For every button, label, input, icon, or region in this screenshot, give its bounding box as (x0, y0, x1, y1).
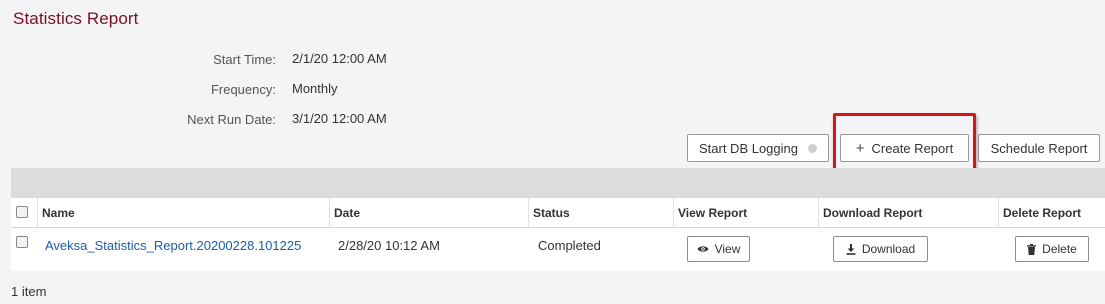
next-run-date-value: 3/1/20 12:00 AM (292, 111, 387, 126)
start-time-label: Start Time: (213, 52, 276, 67)
schedule-report-button[interactable]: Schedule Report (978, 134, 1100, 162)
frequency-label: Frequency: (210, 82, 276, 97)
column-header-download-report: Download Report (818, 198, 998, 228)
trash-icon (1027, 243, 1037, 255)
status-dot-icon (808, 143, 817, 153)
download-button[interactable]: Download (833, 236, 928, 262)
column-header-date[interactable]: Date (329, 198, 528, 228)
row-checkbox[interactable] (16, 236, 28, 248)
highlight-box (833, 113, 976, 176)
table-toolbar-band (11, 168, 1105, 198)
view-button[interactable]: View (687, 236, 750, 262)
eye-icon (697, 244, 709, 254)
next-run-date-label: Next Run Date: (187, 112, 276, 127)
item-count: 1 item (11, 284, 47, 299)
column-header-view-report: View Report (673, 198, 818, 228)
schedule-report-label: Schedule Report (990, 140, 1088, 156)
frequency-value: Monthly (292, 81, 338, 96)
report-date: 2/28/20 10:12 AM (338, 238, 440, 253)
start-db-logging-label: Start DB Logging (698, 140, 798, 156)
delete-button[interactable]: Delete (1015, 236, 1089, 262)
report-status: Completed (538, 238, 601, 253)
column-header-delete-report: Delete Report (998, 198, 1105, 228)
report-name-link[interactable]: Aveksa_Statistics_Report.20200228.101225 (45, 238, 301, 253)
view-button-label: View (714, 242, 741, 256)
start-time-value: 2/1/20 12:00 AM (292, 51, 387, 66)
table-header: Name Date Status View Report Download Re… (11, 198, 1105, 228)
page-title: Statistics Report (13, 9, 139, 28)
column-header-name[interactable]: Name (37, 198, 329, 228)
reports-table: Name Date Status View Report Download Re… (11, 198, 1105, 271)
download-icon (846, 243, 856, 255)
column-header-status[interactable]: Status (528, 198, 673, 228)
select-all-checkbox[interactable] (16, 206, 28, 218)
delete-button-label: Delete (1042, 242, 1077, 256)
download-button-label: Download (861, 242, 916, 256)
start-db-logging-button[interactable]: Start DB Logging (687, 134, 829, 162)
